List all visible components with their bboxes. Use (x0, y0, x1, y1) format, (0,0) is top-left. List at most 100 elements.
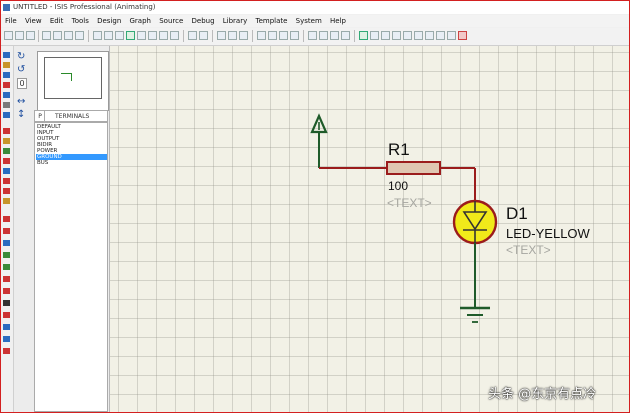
design-explorer-icon[interactable] (392, 31, 401, 40)
tape-recorder-icon[interactable] (3, 158, 10, 164)
block-rotate-icon[interactable] (279, 31, 288, 40)
copy-icon[interactable] (228, 31, 237, 40)
menu-system[interactable]: System (296, 15, 322, 27)
menu-design[interactable]: Design (97, 15, 121, 27)
zoom-in-icon[interactable] (137, 31, 146, 40)
packaging-icon[interactable] (330, 31, 339, 40)
marker-tool-icon[interactable] (3, 300, 10, 306)
block-move-icon[interactable] (268, 31, 277, 40)
property-assign-icon[interactable] (381, 31, 390, 40)
block-copy-icon[interactable] (257, 31, 266, 40)
bus-icon[interactable] (3, 102, 10, 108)
window-title: UNTITLED - ISIS Professional (Animating) (13, 3, 156, 11)
schematic-canvas[interactable]: R1 100 <TEXT> D1 LED-YELLOW <TEXT> (110, 46, 629, 412)
origin-marker-icon[interactable] (3, 312, 10, 318)
menu-graph[interactable]: Graph (130, 15, 151, 27)
paste-icon[interactable] (239, 31, 248, 40)
menu-help[interactable]: Help (330, 15, 346, 27)
origin-icon[interactable] (115, 31, 124, 40)
decompose-icon[interactable] (341, 31, 350, 40)
led-symbol[interactable] (452, 199, 498, 245)
menu-edit[interactable]: Edit (50, 15, 64, 27)
redo-icon[interactable] (199, 31, 208, 40)
component-mode-icon[interactable] (3, 62, 10, 68)
menu-file[interactable]: File (5, 15, 17, 27)
menu-tools[interactable]: Tools (72, 15, 89, 27)
mirror-horizontal-icon[interactable]: ↔ (17, 96, 25, 107)
junction-dot-icon[interactable] (3, 72, 10, 78)
subcircuit-icon[interactable] (3, 112, 10, 118)
current-probe-icon[interactable] (3, 188, 10, 194)
circle-tool-icon[interactable] (3, 240, 10, 246)
save-icon[interactable] (26, 31, 35, 40)
make-device-icon[interactable] (319, 31, 328, 40)
path-tool-icon[interactable] (3, 264, 10, 270)
selection-mode-icon[interactable] (3, 52, 10, 58)
print-area-icon[interactable] (75, 31, 84, 40)
menu-template[interactable]: Template (255, 15, 287, 27)
print-icon[interactable] (64, 31, 73, 40)
symbol-tool-icon[interactable] (3, 288, 10, 294)
wire-autorouter-icon[interactable] (359, 31, 368, 40)
menu-view[interactable]: View (25, 15, 42, 27)
import-icon[interactable] (42, 31, 51, 40)
flip-icon[interactable] (3, 348, 10, 354)
selector-title: TERMINALS (55, 113, 90, 120)
electrical-check-icon[interactable] (447, 31, 456, 40)
list-item[interactable]: BUS (36, 160, 107, 166)
zoom-out-icon[interactable] (148, 31, 157, 40)
arc-tool-icon[interactable] (3, 252, 10, 258)
led-reference[interactable]: D1 (506, 204, 528, 223)
virtual-instruments-icon[interactable] (3, 198, 10, 204)
menu-library[interactable]: Library (223, 15, 247, 27)
mode-toolbar (1, 46, 14, 412)
export-icon[interactable] (53, 31, 62, 40)
refresh-icon[interactable] (93, 31, 102, 40)
menu-source[interactable]: Source (159, 15, 183, 27)
new-file-icon[interactable] (4, 31, 13, 40)
box-tool-icon[interactable] (3, 228, 10, 234)
text-script-icon[interactable] (3, 92, 10, 98)
pick-device-icon[interactable] (308, 31, 317, 40)
led-text-placeholder[interactable]: <TEXT> (506, 243, 551, 257)
resistor-value[interactable]: 100 (388, 179, 408, 193)
zoom-area-icon[interactable] (170, 31, 179, 40)
resistor-body[interactable] (386, 161, 441, 175)
ground-terminal[interactable] (460, 306, 490, 323)
mirror-vertical-icon[interactable]: ↕ (17, 109, 25, 120)
menu-bar: File View Edit Tools Design Graph Source… (1, 15, 629, 27)
remove-sheet-icon[interactable] (414, 31, 423, 40)
cut-icon[interactable] (217, 31, 226, 40)
led-value[interactable]: LED-YELLOW (506, 226, 591, 241)
bill-of-materials-icon[interactable] (436, 31, 445, 40)
zoom-all-icon[interactable] (159, 31, 168, 40)
grid-icon[interactable] (104, 31, 113, 40)
pick-devices-button[interactable]: P (36, 111, 45, 121)
generator-icon[interactable] (3, 168, 10, 174)
angle-field[interactable]: 0 (17, 78, 27, 89)
mirror-icon[interactable] (3, 336, 10, 342)
block-delete-icon[interactable] (290, 31, 299, 40)
text-tool-icon[interactable] (3, 276, 10, 282)
resistor-text-placeholder[interactable]: <TEXT> (387, 196, 432, 210)
graph-mode-icon[interactable] (3, 148, 10, 154)
wire-label-icon[interactable] (3, 82, 10, 88)
terminals-mode-icon[interactable] (3, 128, 10, 134)
exit-to-parent-icon[interactable] (425, 31, 434, 40)
netlist-to-ares-icon[interactable] (458, 31, 467, 40)
resistor-reference[interactable]: R1 (388, 140, 410, 159)
voltage-probe-icon[interactable] (3, 178, 10, 184)
pan-icon[interactable] (126, 31, 135, 40)
rotate-clockwise-icon[interactable]: ↻ (17, 51, 25, 62)
line-tool-icon[interactable] (3, 216, 10, 222)
open-file-icon[interactable] (15, 31, 24, 40)
power-terminal[interactable] (310, 113, 328, 168)
overview-window[interactable] (37, 51, 109, 111)
search-icon[interactable] (370, 31, 379, 40)
new-sheet-icon[interactable] (403, 31, 412, 40)
menu-debug[interactable]: Debug (192, 15, 215, 27)
rotate-anticlockwise-icon[interactable]: ↺ (17, 64, 25, 75)
device-pins-icon[interactable] (3, 138, 10, 144)
rotate-icon[interactable] (3, 324, 10, 330)
undo-icon[interactable] (188, 31, 197, 40)
